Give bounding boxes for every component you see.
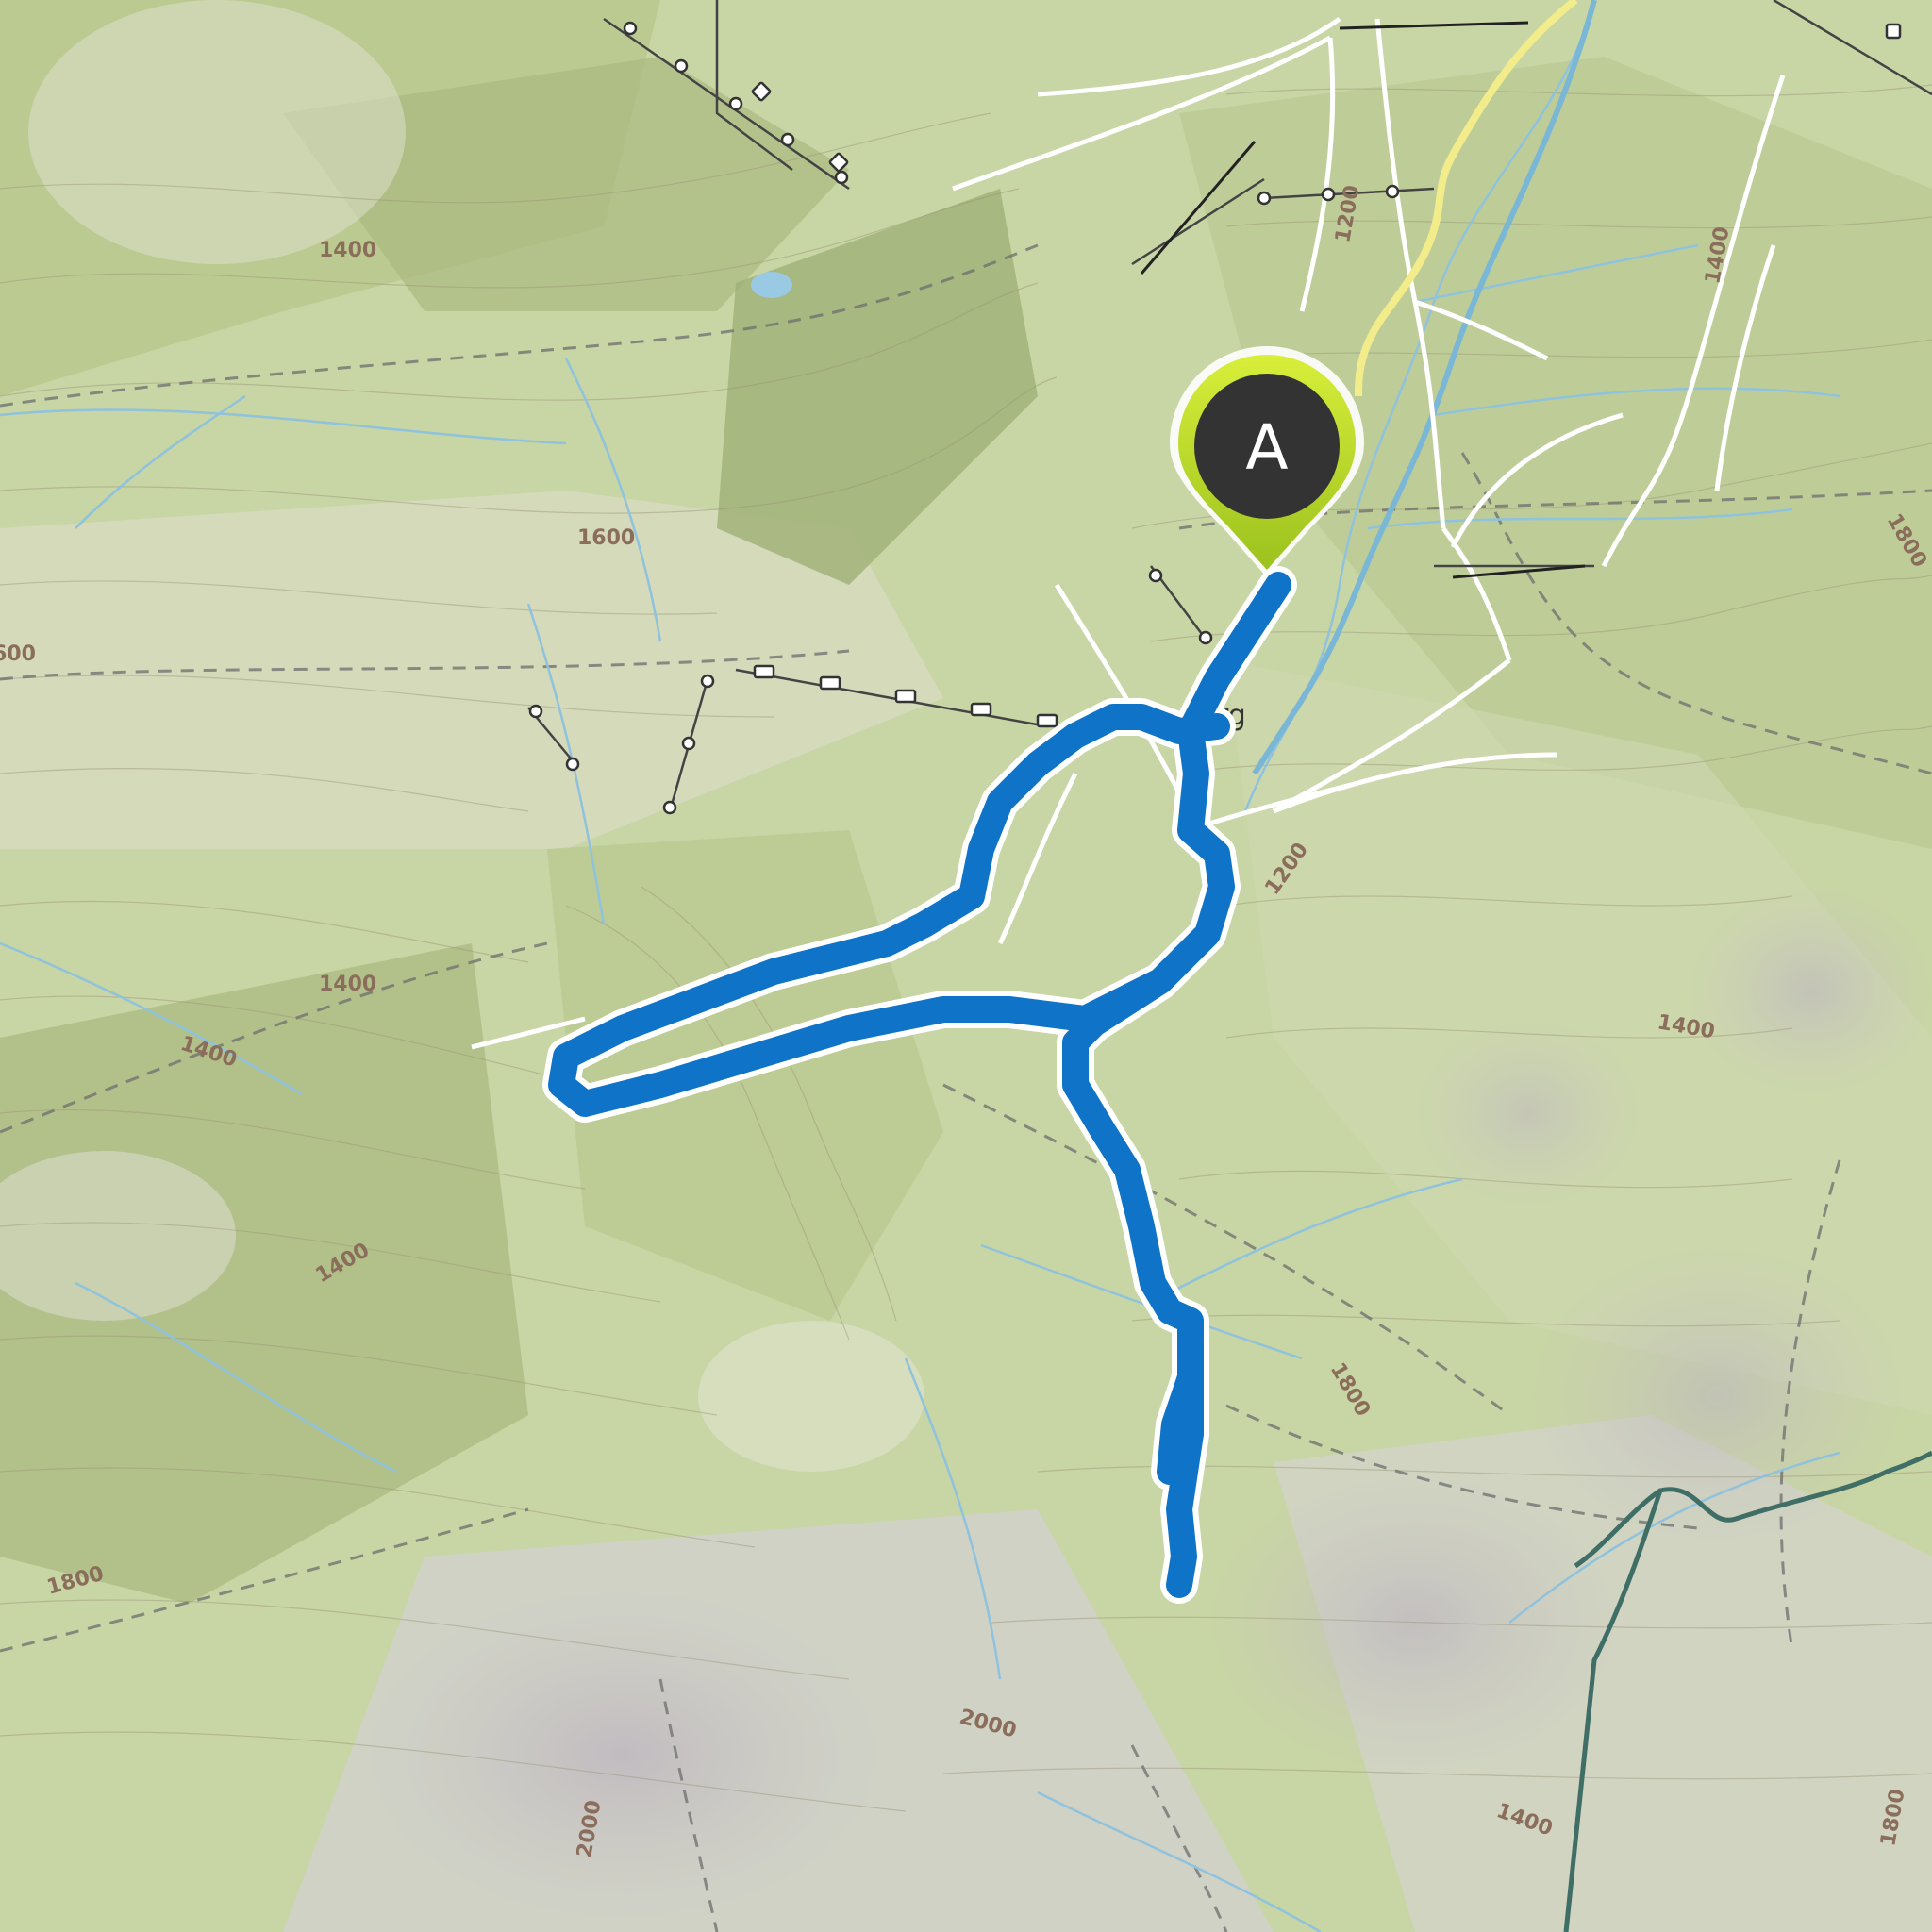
map-canvas[interactable]: 1400 1600 1400 1400 1400 1400 1800 1800 …: [0, 0, 1932, 1932]
map-view[interactable]: 1400 1600 1400 1400 1400 1400 1800 1800 …: [0, 0, 1932, 1932]
lake: [751, 272, 792, 298]
contour-label: 1400: [319, 239, 376, 262]
contour-label: 1400: [319, 973, 376, 996]
contour-label: 600: [0, 642, 36, 666]
terrain-layer: [0, 0, 1932, 1932]
marker-letter: A: [1245, 411, 1288, 484]
contour-label: 1600: [577, 526, 635, 550]
